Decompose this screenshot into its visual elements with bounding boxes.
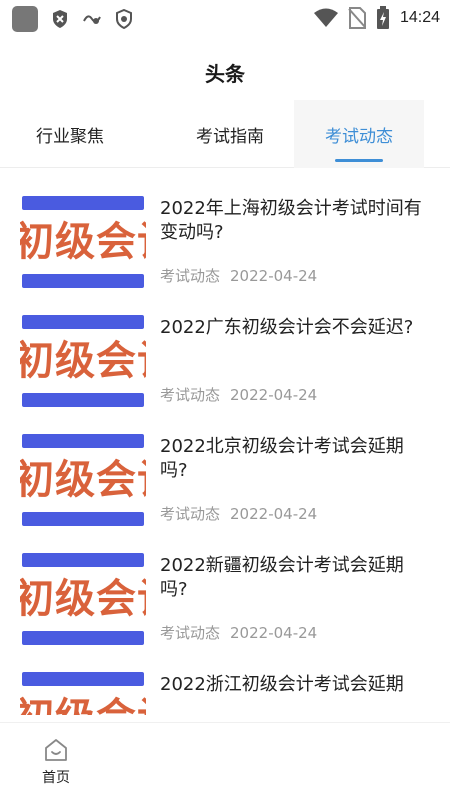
article-meta: 考试动态 2022-04-24	[160, 265, 317, 286]
article-category: 考试动态	[160, 267, 221, 285]
article-meta: 考试动态 2022-04-24	[160, 622, 317, 643]
list-item[interactable]: 初级会计 2022北京初级会计考试会延期吗? 考试动态 2022-04-24	[0, 408, 450, 528]
article-title: 2022新疆初级会计考试会延期吗?	[160, 555, 404, 600]
article-thumbnail: 初级会计	[20, 194, 146, 290]
thumbnail-bar	[22, 512, 144, 526]
article-title: 2022北京初级会计考试会延期吗?	[160, 436, 404, 481]
article-date: 2022-04-24	[230, 624, 318, 642]
article-date: 2022-04-24	[230, 267, 318, 285]
article-date: 2022-04-24	[230, 505, 318, 523]
article-list: 初级会计 2022年上海初级会计考试时间有变动吗? 考试动态 2022-04-24…	[0, 170, 450, 715]
article-thumbnail: 初级会计	[20, 432, 146, 528]
article-date: 2022-04-24	[230, 386, 318, 404]
thumbnail-text: 初级会计	[20, 338, 146, 384]
thumbnail-bar	[22, 393, 144, 407]
thumbnail-bar	[22, 434, 144, 448]
thumbnail-text: 初级会计	[20, 694, 146, 715]
article-category: 考试动态	[160, 386, 221, 404]
list-item[interactable]: 初级会计 2022广东初级会计会不会延迟? 考试动态 2022-04-24	[0, 289, 450, 409]
thumbnail-bar	[22, 631, 144, 645]
list-item[interactable]: 初级会计 2022年上海初级会计考试时间有变动吗? 考试动态 2022-04-24	[0, 170, 450, 290]
status-bar-right: 14:24	[313, 6, 440, 30]
article-meta: 考试动态 2022-04-24	[160, 503, 317, 524]
list-item[interactable]: 初级会计 2022新疆初级会计考试会延期吗? 考试动态 2022-04-24	[0, 527, 450, 647]
wifi-icon	[313, 8, 338, 27]
thumbnail-text: 初级会计	[20, 219, 146, 265]
article-thumbnail: 初级会计	[20, 551, 146, 647]
article-title: 2022浙江初级会计考试会延期	[160, 674, 404, 695]
no-sim-icon	[348, 7, 366, 29]
status-time: 14:24	[399, 9, 440, 26]
article-category: 考试动态	[160, 624, 221, 642]
article-thumbnail: 初级会计	[20, 670, 146, 715]
tab-exam-news[interactable]: 考试动态	[294, 100, 424, 168]
list-item[interactable]: 初级会计 2022浙江初级会计考试会延期	[0, 646, 450, 715]
thumbnail-bar	[22, 315, 144, 329]
home-icon	[45, 739, 67, 761]
nav-home-button[interactable]: 首页	[28, 737, 84, 787]
thumbnail-bar	[22, 196, 144, 210]
thumbnail-bar	[22, 553, 144, 567]
thumbnail-bar	[22, 274, 144, 288]
tab-exam-guide[interactable]: 考试指南	[170, 100, 290, 168]
thumbnail-text: 初级会计	[20, 576, 146, 622]
page-title: 头条	[205, 62, 245, 86]
tab-bar: 行业聚焦 考试指南 考试动态	[0, 100, 450, 168]
thumbnail-text: 初级会计	[20, 457, 146, 503]
article-title: 2022广东初级会计会不会延迟?	[160, 317, 414, 338]
tab-industry-focus[interactable]: 行业聚焦	[0, 100, 170, 168]
article-meta: 考试动态 2022-04-24	[160, 384, 317, 405]
battery-charging-icon	[376, 6, 389, 29]
bottom-nav: 首页	[0, 722, 450, 800]
app-square-icon	[12, 6, 38, 32]
status-bar-left	[12, 6, 134, 32]
nav-home-label: 首页	[42, 770, 70, 786]
app-logo-icon	[83, 15, 101, 24]
status-bar: 14:24	[0, 0, 450, 36]
article-thumbnail: 初级会计	[20, 313, 146, 409]
shield-x-icon	[53, 10, 67, 28]
thumbnail-bar	[22, 672, 144, 686]
article-title: 2022年上海初级会计考试时间有变动吗?	[160, 198, 422, 243]
shield-check-icon	[116, 9, 132, 29]
article-category: 考试动态	[160, 505, 221, 523]
